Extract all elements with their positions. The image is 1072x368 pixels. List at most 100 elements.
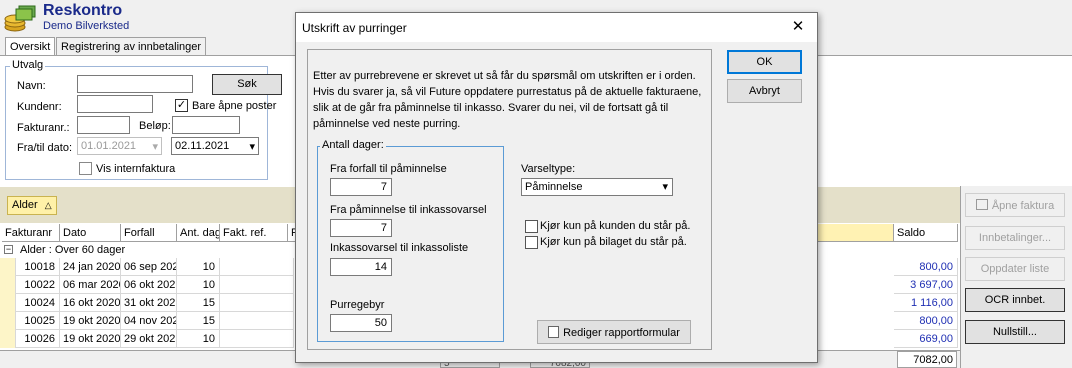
innbetalinger-button[interactable]: Innbetalinger... xyxy=(965,226,1065,250)
cell-dato: 16 okt 2020 xyxy=(60,294,121,312)
col-header-ant-dag[interactable]: Ant. dag xyxy=(177,224,220,242)
cell-forfall: 06 sep 202 xyxy=(121,258,177,276)
belop-label: Beløp: xyxy=(139,120,171,132)
chevron-down-icon: ▾ xyxy=(249,141,255,153)
fra-dato-value: 01.01.2021 xyxy=(81,140,137,152)
apne-faktura-label: Åpne faktura xyxy=(991,200,1055,212)
cell-ant-dager: 10 xyxy=(177,258,220,276)
purregebyr-label: Purregebyr xyxy=(330,299,385,311)
cell-dato: 06 mar 2020 xyxy=(60,276,121,294)
inkassovarsel-input[interactable]: 14 xyxy=(330,258,392,276)
ok-button[interactable]: OK xyxy=(727,50,802,74)
cell-ant-dager: 15 xyxy=(177,294,220,312)
group-chip-alder[interactable]: Alder △ xyxy=(7,196,57,215)
fra-forfall-input[interactable]: 7 xyxy=(330,178,392,196)
avbryt-button[interactable]: Avbryt xyxy=(727,79,802,103)
dialog-title: Utskrift av purringer xyxy=(302,21,407,35)
til-dato-picker[interactable]: 02.11.2021 ▾ xyxy=(171,137,259,155)
cell-fakturanr: 10025 xyxy=(16,312,60,330)
cell-forfall: 06 okt 202 xyxy=(121,276,177,294)
navn-input[interactable] xyxy=(77,75,193,93)
tab-registrering[interactable]: Registrering av innbetalinger xyxy=(56,37,207,56)
cell-fakturanr: 10026 xyxy=(16,330,60,348)
cell-fakt-ref xyxy=(220,312,294,330)
chevron-down-icon: ▾ xyxy=(152,141,158,153)
navn-label: Navn: xyxy=(17,80,46,92)
cell-forfall: 04 nov 202 xyxy=(121,312,177,330)
cell-fakt-ref xyxy=(220,276,294,294)
cell-fakturanr: 10022 xyxy=(16,276,60,294)
cell-dato: 19 okt 2020 xyxy=(60,330,121,348)
cell-ant-dager: 10 xyxy=(177,276,220,294)
sok-button[interactable]: Søk xyxy=(212,74,282,95)
edit-document-icon xyxy=(548,326,560,338)
cell-saldo: 669,00 xyxy=(894,330,958,348)
fakturanr-input[interactable] xyxy=(77,116,130,134)
col-header-dato[interactable]: Dato xyxy=(60,224,121,242)
apne-faktura-button[interactable]: Åpne faktura xyxy=(965,193,1065,217)
fra-paminnelse-input[interactable]: 7 xyxy=(330,219,392,237)
varseltype-label: Varseltype: xyxy=(521,163,576,175)
app-subtitle: Demo Bilverksted xyxy=(43,20,130,32)
cell-forfall: 31 okt 202 xyxy=(121,294,177,312)
col-header-fakt-ref[interactable]: Fakt. ref. xyxy=(220,224,288,242)
kundenr-input[interactable] xyxy=(77,95,153,113)
cell-dato: 19 okt 2020 xyxy=(60,312,121,330)
close-icon[interactable]: ✕ xyxy=(786,17,810,37)
kundenr-label: Kundenr: xyxy=(17,101,62,113)
til-dato-value: 02.11.2021 xyxy=(175,140,230,152)
col-header-forfall[interactable]: Forfall xyxy=(121,224,177,242)
chevron-down-icon: ▾ xyxy=(662,181,668,193)
fra-paminnelse-label: Fra påminnelse til inkassovarsel xyxy=(330,204,487,216)
belop-input[interactable] xyxy=(172,116,240,134)
varseltype-value: Påminnelse xyxy=(525,181,583,193)
cell-saldo: 800,00 xyxy=(894,312,958,330)
group-chip-label: Alder xyxy=(12,199,38,211)
fra-forfall-label: Fra forfall til påminnelse xyxy=(330,163,447,175)
cell-saldo: 1 116,00 xyxy=(894,294,958,312)
vis-intern-label: Vis internfaktura xyxy=(96,163,176,175)
cell-dato: 24 jan 2020 xyxy=(60,258,121,276)
cell-ant-dager: 10 xyxy=(177,330,220,348)
kjor-bilag-checkbox[interactable] xyxy=(525,236,538,249)
col-header-fakturanr[interactable]: Fakturanr xyxy=(2,224,60,242)
app-title: Reskontro xyxy=(43,2,123,19)
ocr-innbet-button[interactable]: OCR innbet. xyxy=(965,288,1065,312)
col-header-hidden[interactable] xyxy=(816,224,894,242)
oppdater-liste-button[interactable]: Oppdater liste xyxy=(965,257,1065,281)
kjor-kunde-checkbox[interactable] xyxy=(525,220,538,233)
cell-fakt-ref xyxy=(220,294,294,312)
collapse-icon[interactable]: − xyxy=(4,245,13,254)
kjor-bilag-label: Kjør kun på bilaget du står på. xyxy=(540,236,687,248)
inkassovarsel-label: Inkassovarsel til inkassoliste xyxy=(330,242,469,254)
row-indicator-column xyxy=(0,258,16,348)
cell-fakt-ref xyxy=(220,258,294,276)
col-header-saldo[interactable]: Saldo xyxy=(894,224,958,242)
sort-asc-icon: △ xyxy=(44,200,52,210)
open-document-icon xyxy=(975,199,988,210)
tab-oversikt[interactable]: Oversikt xyxy=(5,37,56,56)
rediger-rapport-button[interactable]: Rediger rapportformular xyxy=(537,320,691,344)
antall-dager-label: Antall dager: xyxy=(320,139,386,151)
dialog-description: Etter av purrebrevene er skrevet ut så f… xyxy=(313,70,702,130)
purregebyr-input[interactable]: 50 xyxy=(330,314,392,332)
kjor-kunde-label: Kjør kun på kunden du står på. xyxy=(540,220,691,232)
dialog-titlebar: Utskrift av purringer ✕ xyxy=(296,13,817,42)
varseltype-select[interactable]: Påminnelse ▾ xyxy=(521,178,673,196)
fakturanr-label: Fakturanr.: xyxy=(17,122,70,134)
app-logo-icon xyxy=(3,3,37,33)
fra-dato-picker: 01.01.2021 ▾ xyxy=(77,137,162,155)
cell-fakturanr: 10018 xyxy=(16,258,60,276)
cell-fakt-ref xyxy=(220,330,294,348)
group-row-label: Alder : Over 60 dager xyxy=(20,244,126,256)
bare-apne-label: Bare åpne poster xyxy=(192,100,277,112)
nullstill-button[interactable]: Nullstill... xyxy=(965,320,1065,344)
cell-forfall: 29 okt 202 xyxy=(121,330,177,348)
footer-total: 7082,00 xyxy=(897,351,957,368)
bare-apne-checkbox[interactable]: ✓ xyxy=(175,99,188,112)
dato-label: Fra/til dato: xyxy=(17,142,73,154)
utvalg-label: Utvalg xyxy=(10,59,46,71)
vis-intern-checkbox[interactable] xyxy=(79,162,92,175)
cell-ant-dager: 15 xyxy=(177,312,220,330)
cell-saldo: 3 697,00 xyxy=(894,276,958,294)
